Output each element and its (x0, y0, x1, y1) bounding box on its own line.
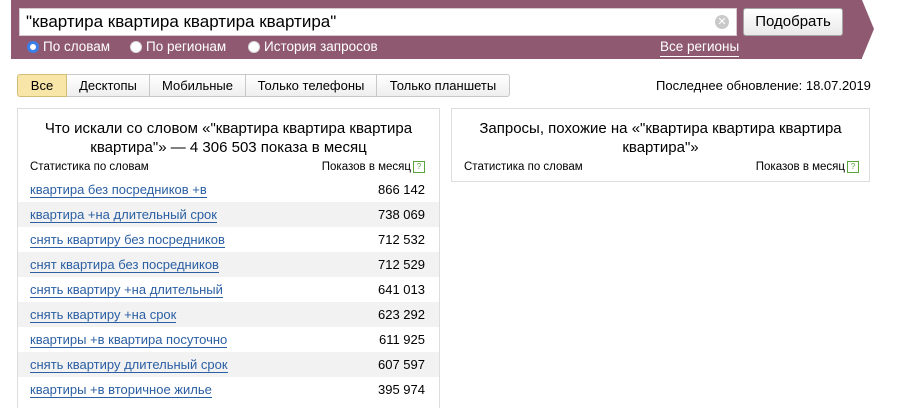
mode-history[interactable]: История запросов (248, 38, 378, 56)
panel-title-line2: квартира"» (622, 139, 699, 156)
query-link[interactable]: квартира +на длительный срок (30, 207, 217, 223)
panel-title-line1: Запросы, похожие на «"квартира квартира … (479, 120, 842, 137)
panel-title-line1: Что искали со словом «"квартира квартира… (44, 120, 413, 137)
word-stats-panel: Что искали со словом «"квартира квартира… (17, 108, 440, 408)
query-link[interactable]: квартиры +в вторичное жилье (30, 382, 212, 398)
similar-queries-panel: Запросы, похожие на «"квартира квартира … (451, 108, 870, 182)
table-row: снять квартиру длительный срок 607 597 (18, 352, 439, 377)
query-link[interactable]: снят квартира без посредников (30, 257, 219, 273)
all-regions-link[interactable]: Все регионы (660, 38, 740, 57)
last-update: Последнее обновление: 18.07.2019 (656, 78, 871, 93)
panel-title-line2: квартира"» — 4 306 503 показа в месяц (90, 139, 367, 156)
shows-count: 611 925 (378, 332, 425, 347)
col-header-words: Статистика по словам (464, 161, 583, 173)
shows-count: 641 013 (378, 282, 425, 297)
mode-by-regions[interactable]: По регионам (130, 38, 226, 56)
query-link[interactable]: снять квартиру +на срок (30, 307, 177, 323)
shows-count: 607 597 (378, 357, 425, 372)
table-row: квартиры +в вторичное жилье 395 974 (18, 377, 439, 402)
col-header-words: Статистика по словам (30, 161, 149, 173)
tab-desktops[interactable]: Десктопы (67, 74, 150, 97)
clear-icon[interactable]: ✕ (715, 15, 729, 29)
query-link[interactable]: квартиры +в квартира посуточно (30, 332, 228, 348)
query-link[interactable]: снять квартиру длительный срок (30, 357, 228, 373)
mode-history-label: История запросов (264, 39, 378, 54)
table-row: квартиры +в квартира посуточно 611 925 (18, 327, 439, 352)
mode-by-words[interactable]: По словам (27, 38, 110, 56)
tab-tablets-only[interactable]: Только планшеты (377, 74, 510, 97)
shows-count: 712 529 (378, 257, 425, 272)
query-link[interactable]: снять квартиру без посредников (30, 232, 225, 248)
submit-button[interactable]: Подобрать (743, 8, 843, 36)
mode-by-regions-label: По регионам (146, 39, 227, 54)
col-header-shows-label: Показов в месяц (321, 161, 411, 173)
col-header-shows-label: Показов в месяц (755, 161, 845, 173)
shows-count: 712 532 (378, 232, 425, 247)
shows-count: 738 069 (378, 207, 425, 222)
search-bar-arrow (862, 0, 874, 58)
radio-icon[interactable] (27, 41, 39, 53)
table-row: квартира +на длительный срок 738 069 (18, 202, 439, 227)
tab-phones-only[interactable]: Только телефоны (246, 74, 377, 97)
shows-count: 395 974 (378, 382, 425, 397)
mode-by-words-label: По словам (43, 39, 111, 54)
help-icon[interactable]: ? (413, 161, 425, 173)
table-row: квартира без посредников +в 866 142 (18, 177, 439, 202)
panel-title: Запросы, похожие на «"квартира квартира … (452, 119, 869, 157)
device-tabs: Все Десктопы Мобильные Только телефоны Т… (17, 74, 510, 97)
table-row: снят квартира без посредников 712 529 (18, 252, 439, 277)
tab-all[interactable]: Все (17, 74, 67, 97)
col-header-shows: Показов в месяц? (756, 160, 859, 174)
shows-count: 866 142 (378, 182, 425, 197)
radio-icon[interactable] (248, 41, 260, 53)
col-header-shows: Показов в месяц? (322, 160, 425, 174)
shows-count: 623 292 (378, 307, 425, 322)
radio-icon[interactable] (130, 41, 142, 53)
query-link[interactable]: квартира без посредников +в (30, 182, 207, 198)
query-link[interactable]: снять квартиру +на длительный (30, 282, 223, 298)
panel-title: Что искали со словом «"квартира квартира… (18, 119, 439, 157)
search-input[interactable]: "квартира квартира квартира квартира" (19, 8, 737, 36)
table-row: снять квартиру +на срок 623 292 (18, 302, 439, 327)
help-icon[interactable]: ? (847, 161, 859, 173)
table-row: снять квартиру +на длительный 641 013 (18, 277, 439, 302)
table-row: снять квартиру без посредников 712 532 (18, 227, 439, 252)
tab-mobile[interactable]: Мобильные (150, 74, 246, 97)
